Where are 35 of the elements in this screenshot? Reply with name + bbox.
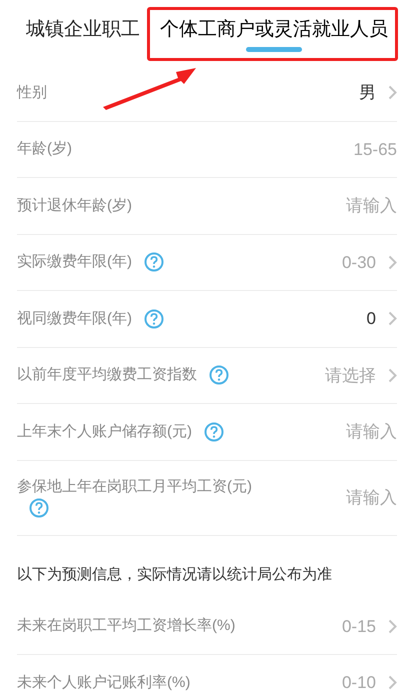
field-label: 未来在岗职工平均工资增长率(%) (17, 617, 236, 634)
input-field[interactable]: 请输入 (346, 193, 397, 218)
input-field[interactable]: 请输入 (346, 484, 397, 510)
chevron-icon (388, 618, 397, 634)
select-value[interactable]: 男 (359, 80, 376, 106)
field-label: 以前年度平均缴费工资指数 (17, 366, 197, 384)
notice-text: 以下为预测信息，实际情况请以统计局公布为准 (17, 565, 332, 585)
help-icon[interactable] (204, 422, 224, 442)
select-field[interactable]: 0-30 (342, 250, 376, 275)
select-value[interactable]: 0 (366, 306, 376, 332)
field-label: 未来个人账户记账利率(%) (17, 674, 190, 691)
field-label: 年龄(岁) (17, 140, 72, 158)
select-field[interactable]: 0-10 (342, 670, 376, 692)
help-icon[interactable] (209, 365, 229, 386)
field-label: 性别 (17, 84, 47, 101)
chevron-icon (388, 675, 397, 690)
tab[interactable]: 个体工商户或灵活就业人员 (160, 0, 388, 65)
tab[interactable]: 城镇企业职工 (26, 0, 140, 65)
chevron-icon (388, 85, 397, 100)
help-icon[interactable] (144, 308, 164, 329)
field-label: 上年末个人账户储存额(元) (17, 422, 192, 440)
input-field[interactable]: 15-65 (354, 136, 397, 162)
field-label: 实际缴费年限(年) (17, 253, 132, 270)
chevron-icon (388, 254, 397, 270)
field-label: 参保地上年在岗职工月平均工资(元) (17, 478, 252, 494)
select-field[interactable]: 请选择 (325, 362, 376, 388)
input-field[interactable]: 请输入 (346, 419, 397, 444)
chevron-icon (388, 311, 397, 326)
tab-indicator (246, 47, 302, 52)
select-field[interactable]: 0-15 (342, 614, 376, 639)
help-icon[interactable] (144, 252, 164, 272)
field-label: 视同缴费年限(年) (17, 310, 132, 327)
field-label: 预计退休年龄(岁) (17, 196, 132, 214)
chevron-icon (388, 368, 397, 383)
help-icon[interactable] (29, 498, 49, 518)
